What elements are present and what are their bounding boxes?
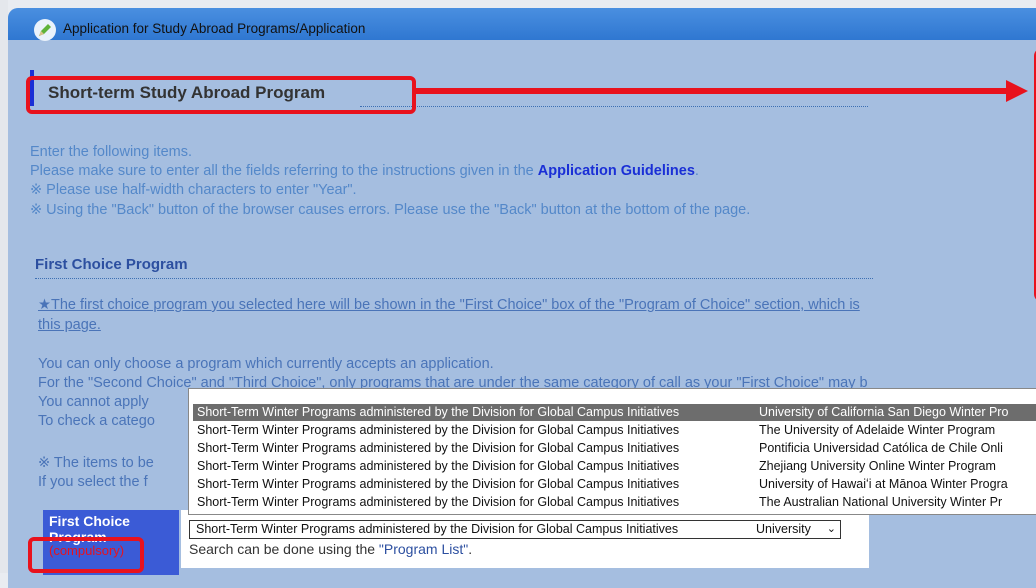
dropdown-option[interactable]: Short-Term Winter Programs administered …: [193, 458, 1036, 475]
outer-frame: [0, 0, 8, 573]
select-program: University: [756, 522, 811, 536]
option-category: Short-Term Winter Programs administered …: [197, 423, 680, 437]
first-choice-select[interactable]: Short-Term Winter Programs administered …: [189, 520, 841, 539]
option-program: Zhejiang University Online Winter Progra…: [759, 459, 996, 473]
chevron-down-icon: ⌄: [826, 523, 836, 535]
program-dropdown-list: Short-Term Winter Programs administered …: [188, 388, 1036, 515]
option-program: University of Hawaiʻi at Mānoa Winter Pr…: [759, 477, 1008, 491]
note-line-3: You cannot apply: [38, 394, 149, 410]
instruction-line-3: ※ Please use half-width characters to en…: [30, 182, 357, 198]
option-category: Short-Term Winter Programs administered …: [197, 459, 680, 473]
dropdown-option[interactable]: Short-Term Winter Programs administered …: [193, 404, 1036, 421]
select-category: Short-Term Winter Programs administered …: [196, 522, 679, 536]
dropdown-option[interactable]: Short-Term Winter Programs administered …: [193, 494, 1036, 511]
first-choice-value-cell: [181, 510, 869, 568]
search-hint-end: .: [468, 541, 473, 557]
dropdown-option[interactable]: Short-Term Winter Programs administered …: [193, 476, 1036, 493]
note-line-5: ※ The items to be: [38, 455, 154, 471]
instruction-line-2: Please make sure to enter all the fields…: [30, 163, 699, 179]
option-program: Pontificia Universidad Católica de Chile…: [759, 441, 1003, 455]
instruction-line-4: ※ Using the "Back" button of the browser…: [30, 202, 751, 218]
note-line-1: You can only choose a program which curr…: [38, 356, 494, 372]
option-program: University of California San Diego Winte…: [759, 405, 1009, 419]
instruction-line-2-end: .: [694, 163, 699, 179]
search-hint-text: Search can be done using the: [189, 541, 379, 557]
option-category: Short-Term Winter Programs administered …: [197, 495, 680, 509]
instruction-line-2-text: Please make sure to enter all the fields…: [30, 163, 538, 179]
program-of-choice-link-cont[interactable]: this page.: [38, 317, 101, 333]
note-line-4: To check a catego: [38, 413, 155, 429]
heading-divider: [360, 106, 868, 107]
note-line-6: If you select the f: [38, 474, 148, 490]
dropdown-option[interactable]: Short-Term Winter Programs administered …: [193, 422, 1036, 439]
dropdown-option[interactable]: Short-Term Winter Programs administered …: [193, 440, 1036, 457]
window-title: Application for Study Abroad Programs/Ap…: [63, 21, 366, 36]
instruction-line-1: Enter the following items.: [30, 144, 192, 160]
section-heading-first-choice: First Choice Program: [35, 256, 188, 273]
option-program: The University of Adelaide Winter Progra…: [759, 423, 996, 437]
program-list-link[interactable]: "Program List": [379, 541, 468, 557]
option-category: Short-Term Winter Programs administered …: [197, 477, 680, 491]
option-program: The Australian National University Winte…: [759, 495, 1003, 509]
search-hint: Search can be done using the "Program Li…: [189, 541, 472, 557]
option-category: Short-Term Winter Programs administered …: [197, 441, 680, 455]
option-category: Short-Term Winter Programs administered …: [197, 405, 680, 419]
annotation-arrow: [416, 88, 1008, 94]
pencil-icon: [34, 19, 56, 41]
section-divider: [35, 278, 873, 279]
annotation-box-compulsory: [28, 537, 144, 573]
program-of-choice-link[interactable]: ★The first choice program you selected h…: [38, 297, 860, 313]
application-guidelines-link[interactable]: Application Guidelines: [538, 163, 695, 179]
annotation-box-heading: [26, 76, 416, 114]
annotation-arrow-head: [1006, 80, 1028, 102]
